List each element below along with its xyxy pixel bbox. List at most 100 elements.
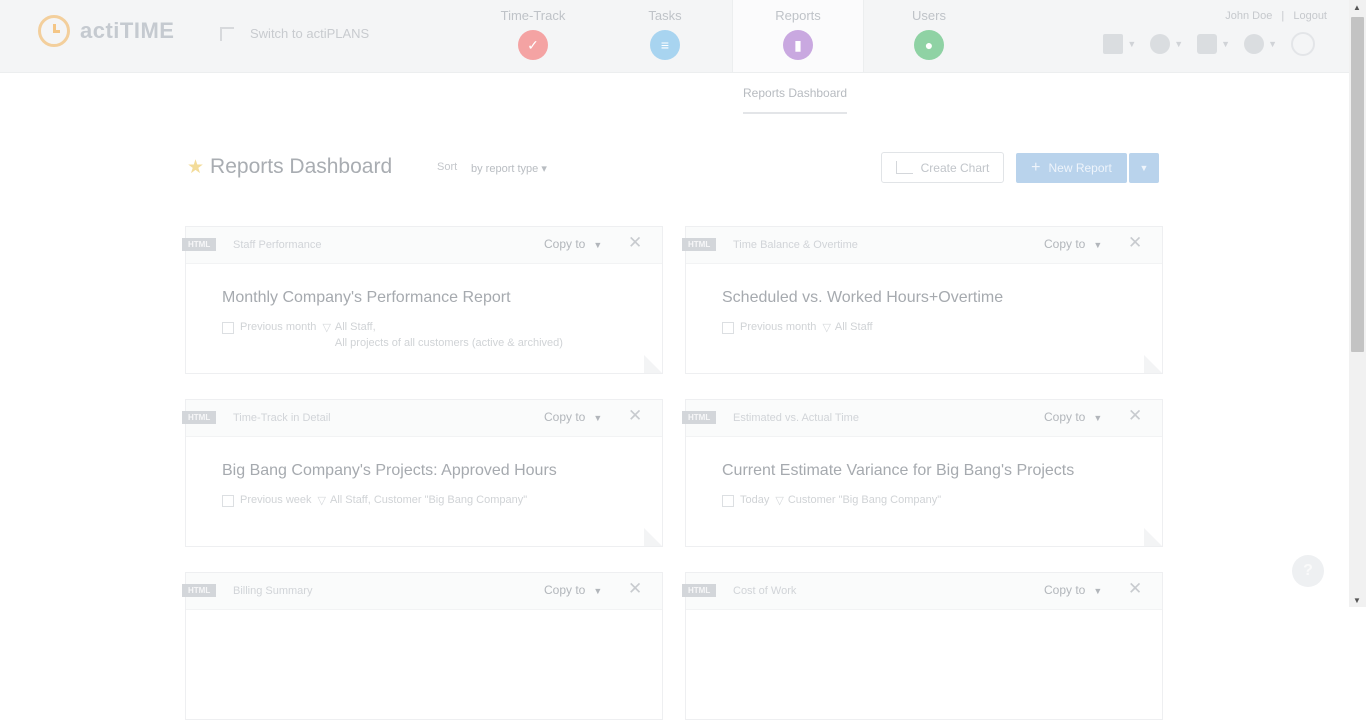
filter-icon: ▽	[322, 322, 331, 334]
report-card[interactable]: HTML Time-Track in Detail Copy to ▼ ✕ Big…	[182, 399, 663, 547]
page-title-text: Reports Dashboard	[210, 155, 393, 178]
close-icon[interactable]: ✕	[628, 233, 642, 253]
sort-value: by report type	[471, 163, 539, 175]
logo-text: actiTIME	[80, 18, 175, 43]
copy-to-label: Copy to	[544, 583, 586, 597]
report-meta: Today ▽ Customer "Big Bang Company"	[722, 494, 941, 507]
close-icon[interactable]: ✕	[1128, 579, 1142, 599]
nav-users[interactable]: Users ●	[864, 0, 994, 72]
calendar-menu[interactable]: ▼	[1103, 34, 1136, 54]
report-filter: All Staff, Customer "Big Bang Company"	[330, 494, 528, 506]
report-meta: Previous month ▽ All Staff, All projects …	[222, 321, 563, 349]
list-icon: ≡	[650, 30, 680, 60]
calendar-icon	[722, 322, 734, 334]
html-badge: HTML	[682, 411, 717, 424]
copy-to-dropdown[interactable]: Copy to ▼	[1044, 237, 1102, 251]
report-period: Today	[740, 494, 770, 506]
logo-icon	[38, 15, 70, 47]
user-menu: John Doe | Logout	[1219, 10, 1327, 22]
top-navigation-bar: actiTIME Switch to actiPLANS Time-Track …	[0, 0, 1349, 73]
nav-users-label: Users	[912, 8, 946, 23]
scroll-up-icon[interactable]: ▲	[1353, 3, 1361, 12]
copy-to-dropdown[interactable]: Copy to ▼	[544, 583, 602, 597]
help-menu[interactable]: ▼	[1244, 34, 1277, 54]
user-name[interactable]: John Doe	[1225, 10, 1272, 22]
lightbulb-icon[interactable]	[1291, 32, 1315, 56]
chart-icon: ▮	[783, 30, 813, 60]
actitime-logo[interactable]: actiTIME	[38, 15, 174, 47]
close-icon[interactable]: ✕	[628, 579, 642, 599]
new-report-dropdown-button[interactable]: ▼	[1129, 153, 1159, 183]
report-filter: All Staff,	[334, 321, 376, 333]
create-chart-button[interactable]: Create Chart	[881, 152, 1004, 183]
settings-menu[interactable]: ▼	[1150, 34, 1183, 54]
copy-to-label: Copy to	[1044, 583, 1086, 597]
report-card-header: HTML Estimated vs. Actual Time Copy to ▼ …	[682, 400, 1162, 437]
html-badge: HTML	[182, 584, 217, 597]
switch-label: Switch to actiPLANS	[250, 26, 370, 41]
toolbar-icons: ▼ ▼ ▼ ▼	[1103, 32, 1315, 56]
report-filter: Customer "Big Bang Company"	[787, 494, 942, 506]
calendar-icon	[222, 322, 234, 334]
help-icon	[1244, 34, 1265, 54]
sort-dropdown[interactable]: by report type ▾	[471, 162, 547, 175]
report-card[interactable]: HTML Cost of Work Copy to ▼ ✕	[682, 572, 1163, 720]
card-fold	[1144, 528, 1162, 546]
report-name[interactable]: Current Estimate Variance for Big Bang's…	[722, 462, 1074, 480]
report-type: Time Balance & Overtime	[733, 239, 858, 251]
new-report-button[interactable]: + New Report	[1016, 153, 1127, 183]
addons-menu[interactable]: ▼	[1197, 34, 1230, 54]
star-icon[interactable]: ★	[187, 156, 204, 179]
nav-time-track-label: Time-Track	[500, 8, 566, 23]
filter-icon: ▽	[822, 322, 831, 334]
switch-icon	[220, 26, 234, 41]
close-icon[interactable]: ✕	[1128, 406, 1142, 426]
report-type: Estimated vs. Actual Time	[733, 412, 859, 424]
page-title: ★ Reports Dashboard	[187, 155, 392, 179]
report-card[interactable]: HTML Staff Performance Copy to ▼ ✕ Monthl…	[182, 226, 663, 374]
nav-reports[interactable]: Reports ▮	[732, 0, 864, 72]
gear-icon	[1150, 34, 1171, 54]
vertical-scrollbar[interactable]: ▲ ▼	[1349, 0, 1366, 607]
nav-reports-label: Reports	[775, 8, 821, 23]
report-card[interactable]: HTML Estimated vs. Actual Time Copy to ▼ …	[682, 399, 1163, 547]
report-type: Time-Track in Detail	[233, 412, 331, 424]
nav-time-track[interactable]: Time-Track ✓	[468, 0, 598, 72]
scrollbar-thumb[interactable]	[1351, 17, 1364, 352]
card-fold	[1144, 355, 1162, 373]
report-card-header: HTML Time-Track in Detail Copy to ▼ ✕	[182, 400, 662, 437]
switch-to-actiplans-link[interactable]: Switch to actiPLANS	[220, 26, 369, 41]
report-period: Previous month	[240, 321, 317, 333]
report-filter-projects: All projects of all customers (active & …	[334, 337, 563, 349]
help-button[interactable]: ?	[1292, 555, 1324, 587]
chevron-down-icon: ▼	[1093, 240, 1103, 250]
chevron-down-icon: ▼	[593, 413, 603, 423]
calendar-icon	[722, 495, 734, 507]
close-icon[interactable]: ✕	[628, 406, 642, 426]
filter-icon: ▽	[775, 495, 784, 507]
report-card-header: HTML Staff Performance Copy to ▼ ✕	[182, 227, 662, 264]
report-name[interactable]: Big Bang Company's Projects: Approved Ho…	[222, 462, 557, 480]
card-fold	[644, 355, 662, 373]
copy-to-dropdown[interactable]: Copy to ▼	[544, 410, 602, 424]
user-separator: |	[1281, 10, 1285, 22]
html-badge: HTML	[682, 238, 717, 251]
copy-to-dropdown[interactable]: Copy to ▼	[1044, 410, 1102, 424]
user-icon: ●	[914, 30, 944, 60]
copy-to-dropdown[interactable]: Copy to ▼	[544, 237, 602, 251]
report-card[interactable]: HTML Billing Summary Copy to ▼ ✕	[182, 572, 663, 720]
scroll-down-icon[interactable]: ▼	[1353, 596, 1361, 605]
report-type: Staff Performance	[233, 239, 322, 251]
close-icon[interactable]: ✕	[1128, 233, 1142, 253]
report-name[interactable]: Scheduled vs. Worked Hours+Overtime	[722, 289, 1003, 307]
nav-tasks[interactable]: Tasks ≡	[600, 0, 730, 72]
copy-to-dropdown[interactable]: Copy to ▼	[1044, 583, 1102, 597]
logout-link[interactable]: Logout	[1293, 10, 1327, 22]
report-type: Cost of Work	[733, 585, 797, 597]
chevron-down-icon: ▼	[1093, 586, 1103, 596]
report-name[interactable]: Monthly Company's Performance Report	[222, 289, 511, 307]
filter-icon: ▽	[317, 495, 327, 507]
chevron-down-icon: ▼	[1139, 163, 1149, 173]
tab-reports-dashboard[interactable]: Reports Dashboard	[743, 86, 848, 114]
report-card[interactable]: HTML Time Balance & Overtime Copy to ▼ ✕ …	[682, 226, 1163, 374]
